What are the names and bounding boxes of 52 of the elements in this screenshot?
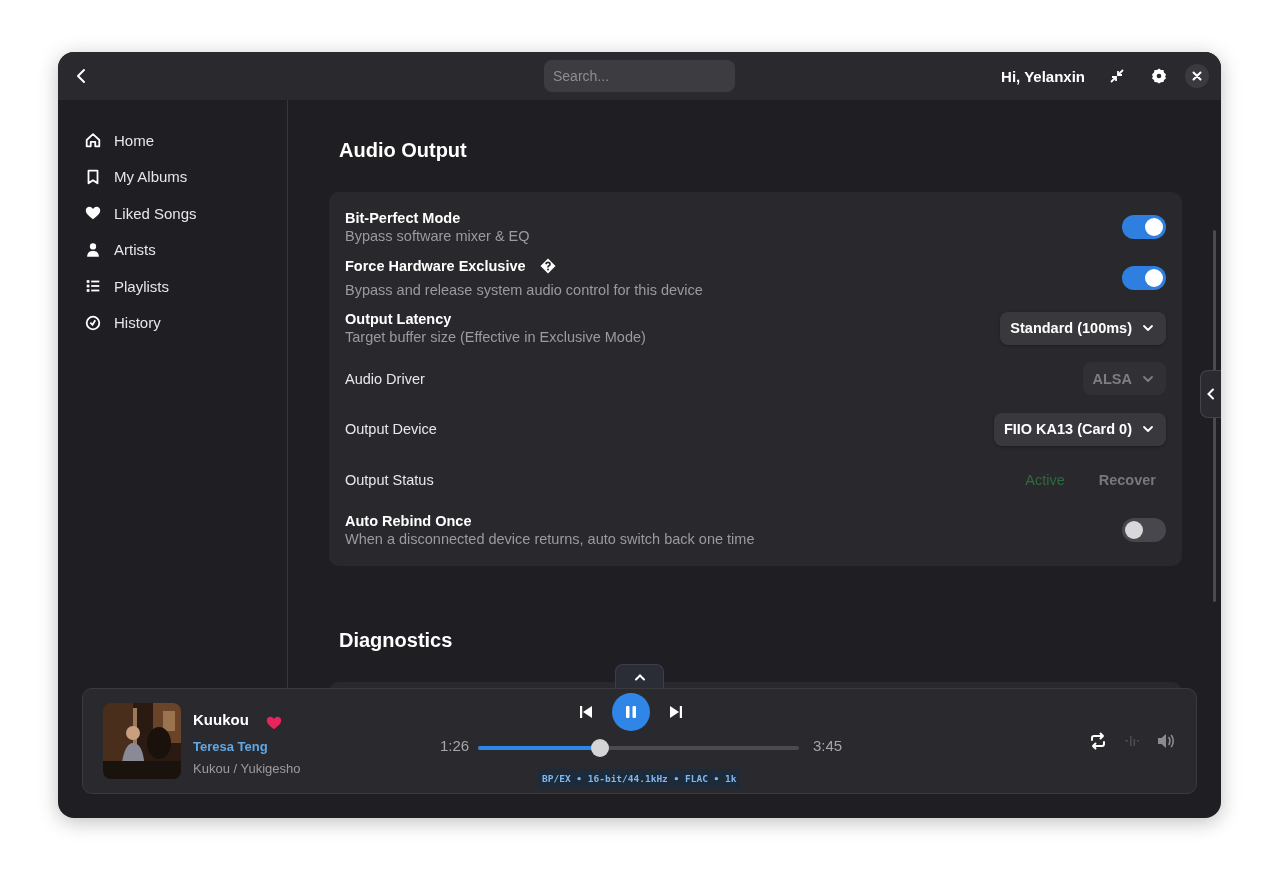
previous-button[interactable]: [578, 704, 594, 720]
sidebar-item[interactable]: Home: [80, 122, 270, 159]
status-text: Active: [1025, 471, 1065, 488]
format-badge: BP/EX • 16-bit/44.1kHz • FLAC • 1k: [538, 769, 741, 788]
pause-button[interactable]: [612, 693, 650, 731]
greeting: Hi, Yelanxin: [1001, 67, 1085, 85]
sidebar-item[interactable]: Playlists: [80, 268, 270, 305]
collapse-icon[interactable]: [1109, 68, 1125, 84]
artist-link[interactable]: Teresa Teng: [193, 739, 423, 754]
setting-description: When a disconnected device returns, auto switch back one time: [345, 531, 756, 548]
back-button[interactable]: [74, 68, 88, 84]
sidebar-item[interactable]: Artists: [80, 231, 270, 268]
chevron-left-icon: [1206, 388, 1216, 400]
duration-time: 3:45: [813, 737, 843, 754]
setting-label: Output Status: [345, 471, 434, 488]
setting-label: Output Device: [345, 421, 437, 438]
home-icon: [84, 131, 102, 150]
dropdown[interactable]: Standard (100ms): [1000, 311, 1166, 345]
sidebar-item[interactable]: History: [80, 304, 270, 341]
chevron-up-icon: [633, 672, 646, 681]
setting-description: Target buffer size (Effective in Exclusive Mode): [345, 329, 647, 346]
setting-description: Bypass software mixer & EQ: [345, 228, 531, 245]
elapsed-time: 1:26: [440, 737, 470, 754]
album-name: Kukou / Yukigesho: [193, 761, 302, 776]
sidebar-item[interactable]: Liked Songs: [80, 195, 270, 232]
close-button[interactable]: [1185, 64, 1209, 88]
heart-icon[interactable]: [264, 714, 283, 732]
close-icon: [1192, 71, 1202, 81]
section-title: Diagnostics: [339, 628, 454, 652]
pause-icon: [623, 704, 639, 720]
toggle-switch[interactable]: [1122, 265, 1166, 290]
toggle-switch[interactable]: [1122, 518, 1166, 543]
setting-label: Force Hardware Exclusive: [345, 257, 526, 274]
expand-button[interactable]: [615, 664, 664, 688]
volume-icon[interactable]: [1156, 731, 1176, 751]
setting-label: Output Latency: [345, 311, 452, 328]
setting-label: Audio Driver: [345, 370, 425, 387]
help-icon[interactable]: [539, 257, 556, 274]
setting-label: Bit-Perfect Mode: [345, 210, 461, 227]
section-title: Audio Output: [339, 139, 468, 162]
toggle-switch[interactable]: [1122, 215, 1166, 240]
panel-toggle-button[interactable]: [1200, 370, 1221, 418]
track-title: Kuukou: [193, 710, 249, 728]
settings-icon[interactable]: [1151, 68, 1167, 84]
setting-description: Bypass and release system audio control for this device: [345, 281, 704, 298]
sidebar-item[interactable]: My Albums: [80, 158, 270, 195]
setting-label: Auto Rebind Once: [345, 513, 472, 530]
next-button[interactable]: [668, 704, 684, 720]
repeat-icon[interactable]: [1088, 731, 1108, 751]
person-icon: [84, 240, 102, 259]
dropdown[interactable]: FIIO KA13 (Card 0): [993, 412, 1166, 446]
search-field[interactable]: Search...: [544, 60, 735, 92]
